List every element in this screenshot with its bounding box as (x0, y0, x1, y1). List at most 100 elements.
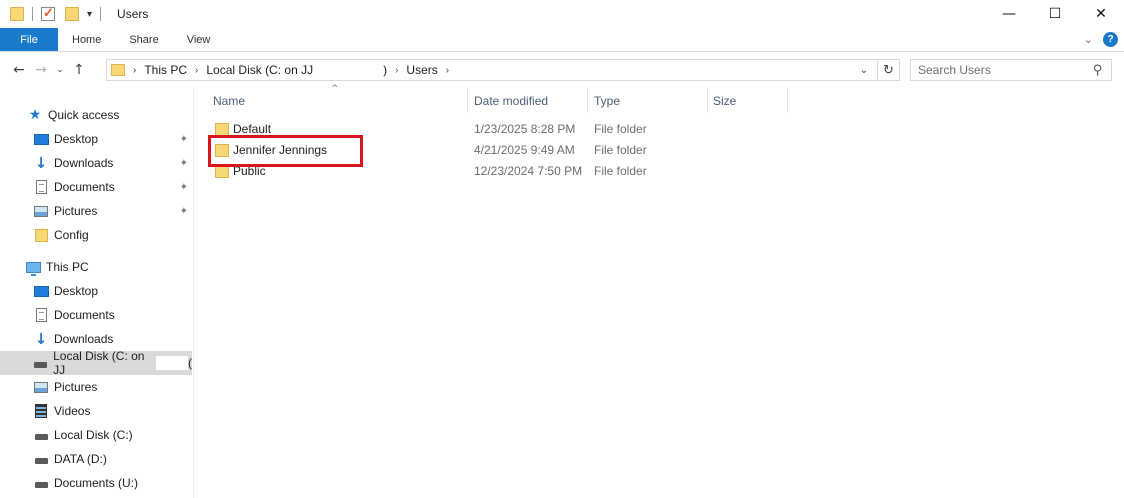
sidebar-item-qa-documents[interactable]: Documents ✦ (0, 175, 192, 199)
sidebar-item-label: DATA (D:) (54, 452, 107, 466)
file-date: 12/23/2024 7:50 PM (474, 164, 583, 178)
file-name[interactable]: Public (233, 164, 266, 178)
customize-toolbar-dropdown[interactable]: ▾ (87, 9, 92, 20)
tab-file[interactable]: File (0, 28, 58, 51)
sidebar-item-label: Local Disk (C:) (54, 428, 133, 442)
recent-locations-button[interactable]: ⌄ (52, 65, 68, 75)
pin-icon[interactable]: ✦ (180, 206, 188, 217)
breadcrumb-local-disk-end[interactable]: ) (383, 63, 387, 77)
desktop-icon (33, 133, 49, 145)
expand-ribbon-icon[interactable]: ⌄ (1084, 33, 1093, 46)
sidebar-item-pc-videos[interactable]: Videos (0, 399, 192, 423)
sidebar-item-qa-config[interactable]: Config (0, 223, 192, 247)
sidebar-item-label: Config (54, 228, 89, 242)
pin-icon[interactable]: ✦ (180, 134, 188, 145)
videos-icon (35, 404, 47, 418)
back-button[interactable]: ← (8, 62, 30, 78)
search-box[interactable]: ⚲ (910, 59, 1112, 81)
navigation-bar: ← → ⌄ ↑ › This PC › Local Disk (C: on JJ… (0, 52, 1124, 88)
documents-icon (35, 308, 47, 322)
refresh-icon[interactable]: ↻ (877, 59, 899, 81)
sidebar-item-pc-downloads[interactable]: ↓ Downloads (0, 327, 192, 351)
minimize-button[interactable]: — (986, 0, 1032, 28)
sidebar-item-quick-access[interactable]: ★ Quick access (0, 103, 192, 127)
computer-icon (25, 261, 41, 276)
sidebar-item-label: Documents (U:) (54, 476, 139, 490)
tab-home[interactable]: Home (58, 28, 115, 51)
help-icon[interactable]: ? (1103, 32, 1118, 47)
folder-icon (215, 123, 229, 136)
desktop-icon (33, 285, 49, 297)
drive-icon (34, 458, 48, 464)
sidebar-item-label: Downloads (54, 332, 114, 346)
file-name[interactable]: Default (233, 122, 271, 136)
chevron-right-icon[interactable]: › (395, 65, 398, 76)
address-dropdown-icon[interactable]: ⌄ (855, 61, 873, 79)
tab-view[interactable]: View (173, 28, 225, 51)
sidebar-item-documents-u[interactable]: Documents (U:) (0, 471, 192, 495)
tab-share[interactable]: Share (115, 28, 172, 51)
search-icon[interactable]: ⚲ (1093, 63, 1103, 78)
sidebar-item-pc-documents[interactable]: Documents (0, 303, 192, 327)
drive-icon (34, 434, 48, 440)
breadcrumb-users[interactable]: Users (406, 63, 437, 77)
up-button[interactable]: ↑ (68, 62, 90, 78)
redacted-region (155, 356, 188, 370)
maximize-button[interactable]: ☐ (1032, 0, 1078, 28)
breadcrumb-this-pc[interactable]: This PC (144, 63, 187, 77)
sidebar-item-qa-desktop[interactable]: Desktop ✦ (0, 127, 192, 151)
table-row[interactable]: Default 1/23/2025 8:28 PM File folder (195, 119, 695, 140)
file-date: 4/21/2025 9:49 AM (474, 143, 575, 157)
sidebar-item-local-disk-jj[interactable]: Local Disk (C: on JJ ( (0, 349, 192, 377)
navigation-pane: ★ Quick access Desktop ✦ ↓ Downloads ✦ D… (0, 88, 194, 498)
column-header-name[interactable]: Name (208, 88, 467, 114)
sidebar-item-data-d[interactable]: DATA (D:) (0, 447, 192, 471)
close-button[interactable]: ✕ (1078, 0, 1124, 28)
file-type: File folder (594, 164, 647, 178)
column-header-date[interactable]: Date modified (469, 88, 587, 114)
sidebar-item-local-disk-c[interactable]: Local Disk (C:) (0, 423, 192, 447)
sidebar-item-pc-desktop[interactable]: Desktop (0, 279, 192, 303)
sidebar-item-label-trail: ( (188, 356, 192, 370)
column-header-size[interactable]: Size (708, 88, 786, 114)
chevron-right-icon[interactable]: › (195, 65, 198, 76)
sidebar-item-label: Documents (54, 308, 115, 322)
sidebar-item-qa-pictures[interactable]: Pictures ✦ (0, 199, 192, 223)
sidebar-item-qa-downloads[interactable]: ↓ Downloads ✦ (0, 151, 192, 175)
chevron-right-icon[interactable]: › (133, 65, 136, 76)
table-row[interactable]: Jennifer Jennings 4/21/2025 9:49 AM File… (195, 140, 695, 161)
sidebar-item-label: Pictures (54, 204, 98, 218)
pin-icon[interactable]: ✦ (180, 158, 188, 169)
forward-button[interactable]: → (30, 62, 52, 78)
chevron-right-icon[interactable]: › (446, 65, 449, 76)
new-folder-icon[interactable] (65, 7, 79, 21)
properties-icon[interactable] (41, 5, 55, 21)
table-row[interactable]: Public 12/23/2024 7:50 PM File folder (195, 161, 695, 182)
column-divider[interactable] (467, 89, 468, 113)
file-list: ^ Name Date modified Type Size Default 1… (195, 84, 1124, 498)
sidebar-item-pc-pictures[interactable]: Pictures (0, 375, 192, 399)
ribbon-tabs: File Home Share View ⌄ ? (0, 28, 1124, 52)
file-date: 1/23/2025 8:28 PM (474, 122, 576, 136)
column-divider[interactable] (587, 89, 588, 113)
address-bar[interactable]: › This PC › Local Disk (C: on JJ ) › Use… (106, 59, 900, 81)
file-type: File folder (594, 143, 647, 157)
drive-icon (34, 482, 48, 488)
sidebar-item-label: Quick access (48, 108, 120, 122)
column-header-type[interactable]: Type (589, 88, 707, 114)
pin-icon[interactable]: ✦ (180, 182, 188, 193)
sidebar-item-this-pc[interactable]: This PC (0, 255, 192, 279)
window-title: Users (117, 7, 149, 21)
title-bar: ▾ Users — ☐ ✕ (0, 0, 1124, 28)
star-icon: ★ (28, 107, 42, 123)
search-input[interactable] (918, 63, 1088, 77)
folder-icon[interactable] (10, 7, 24, 21)
file-name[interactable]: Jennifer Jennings (233, 143, 327, 157)
breadcrumb-local-disk[interactable]: Local Disk (C: on JJ (206, 63, 313, 77)
toolbar-divider (100, 7, 102, 21)
folder-icon (34, 228, 48, 242)
column-divider[interactable] (787, 89, 788, 113)
quick-access-toolbar: ▾ (0, 5, 105, 21)
sidebar-item-label: Videos (54, 404, 91, 418)
sidebar-item-label: Desktop (54, 132, 99, 146)
